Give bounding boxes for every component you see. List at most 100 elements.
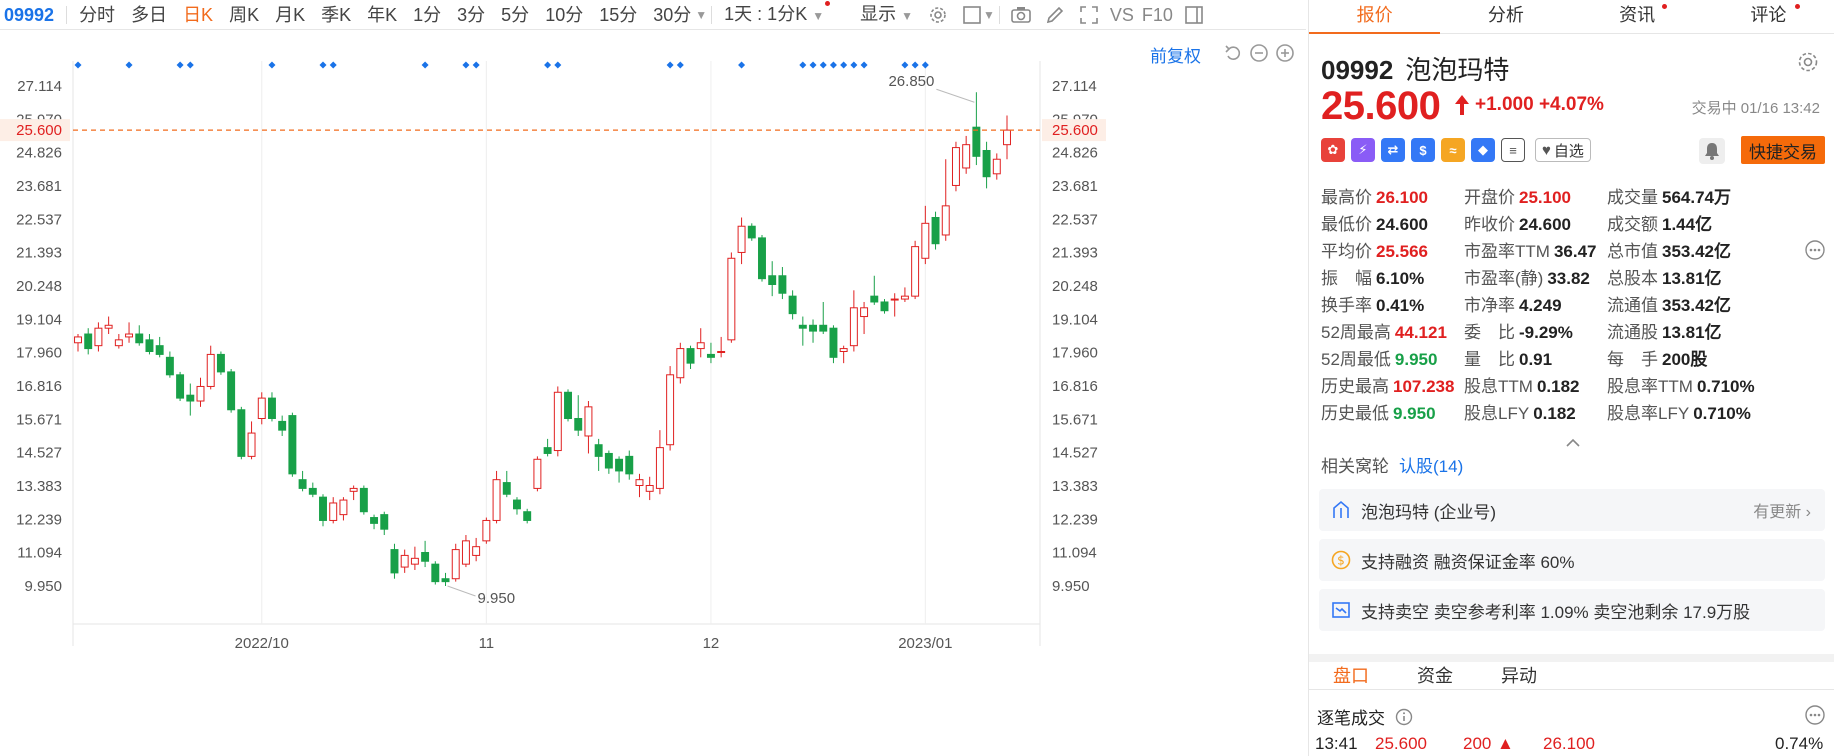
warrants-link[interactable]: 认股(14): [1399, 457, 1463, 476]
stat-label: 股息TTM: [1464, 377, 1533, 396]
interval-select[interactable]: 1天 : 1分K ▼: [716, 0, 832, 31]
tab-quote[interactable]: 报价: [1309, 0, 1441, 34]
period-1min[interactable]: 1分: [405, 0, 449, 30]
candle-body: [1003, 129, 1011, 146]
symbol-label[interactable]: 09992: [0, 0, 62, 30]
event-marker: [901, 61, 909, 69]
stat-value: 0.182: [1536, 377, 1580, 396]
chevron-up-icon[interactable]: [1565, 438, 1581, 448]
tab-news[interactable]: 资讯: [1572, 0, 1703, 33]
tab-analysis[interactable]: 分析: [1440, 0, 1571, 33]
zoom-in-icon[interactable]: [1274, 42, 1296, 64]
candle-body: [135, 333, 144, 344]
candle-body: [349, 487, 358, 492]
period-15min[interactable]: 15分: [591, 0, 645, 30]
candle-body: [84, 333, 93, 350]
candle-body: [737, 225, 746, 253]
stat-label: 每 手: [1607, 350, 1658, 369]
candle-body: [890, 298, 899, 301]
quick-trade-button[interactable]: 快捷交易: [1741, 136, 1825, 164]
period-multiday[interactable]: 多日: [123, 0, 175, 30]
tab-orderbook[interactable]: 盘口: [1309, 662, 1393, 689]
period-intraday[interactable]: 分时: [71, 0, 123, 30]
event-marker: [921, 61, 929, 69]
bell-icon[interactable]: [1699, 138, 1725, 164]
info-icon[interactable]: [1395, 708, 1413, 726]
stat-label: 流通值: [1607, 296, 1658, 315]
stat-value: 353.42亿: [1662, 296, 1731, 315]
layout-square-icon[interactable]: [959, 2, 985, 28]
pencil-icon[interactable]: [1042, 2, 1068, 28]
stat-value: 26.100: [1376, 188, 1428, 207]
gear-icon[interactable]: [925, 2, 951, 28]
more-icon[interactable]: [1805, 240, 1825, 260]
stat-label: 股息率LFY: [1607, 404, 1690, 423]
stats-row: 最低价 24.600 昨收价 24.600 成交额 1.44亿: [1321, 210, 1831, 237]
period-weekly-k[interactable]: 周K: [221, 0, 267, 30]
stat-value: 0.710%: [1696, 377, 1755, 396]
period-3min[interactable]: 3分: [449, 0, 493, 30]
zoom-out-icon[interactable]: [1248, 42, 1270, 64]
candle-body: [584, 406, 593, 437]
candle-body: [829, 327, 838, 358]
sidebar-toggle-icon[interactable]: [1181, 2, 1207, 28]
lightning-icon[interactable]: ⚡: [1351, 138, 1375, 162]
chevron-down-icon[interactable]: ▼: [983, 8, 995, 22]
candle-body: [339, 499, 348, 516]
stat-cell: 平均价 25.566: [1321, 237, 1428, 262]
arrow-up-icon: ▲: [1497, 734, 1514, 753]
candle-body: [492, 479, 501, 521]
stat-cell: 委 比 -9.29%: [1464, 318, 1573, 343]
candle-body: [849, 307, 858, 347]
period-30min[interactable]: 30分: [645, 0, 699, 30]
margin-label: 支持融资 融资保证金率 60%: [1361, 552, 1575, 572]
candle-body: [288, 415, 297, 475]
stat-label: 历史最低: [1321, 404, 1389, 423]
candle-body: [758, 237, 766, 280]
tick-volume: 200: [1463, 734, 1492, 753]
period-monthly-k[interactable]: 月K: [267, 0, 313, 30]
f10-button[interactable]: F10: [1138, 0, 1177, 30]
y-tick-label-right: 12.239: [1052, 511, 1098, 528]
candle-body: [819, 324, 828, 332]
tab-unusual[interactable]: 异动: [1477, 662, 1561, 689]
candle-body: [564, 391, 572, 419]
period-daily-k[interactable]: 日K: [175, 0, 221, 30]
fullscreen-icon[interactable]: [1076, 2, 1102, 28]
kline-chart-area[interactable]: 2022/1011122023/0127.11427.11425.97025.9…: [0, 31, 1306, 756]
tab-comments[interactable]: 评论: [1703, 0, 1834, 33]
document-icon[interactable]: ≡: [1501, 138, 1525, 162]
period-10min[interactable]: 10分: [537, 0, 591, 30]
shuffle-icon[interactable]: ⇄: [1381, 138, 1405, 162]
adjust-mode-button[interactable]: 前复权: [1150, 42, 1201, 67]
quote-panel: 报价 分析 资讯 评论 09992 泡泡玛特 25.600 +1.000 +4.0…: [1308, 0, 1834, 756]
candle-body: [451, 549, 460, 580]
stat-label: 最高价: [1321, 188, 1372, 207]
add-watchlist-button[interactable]: ♥ 自选: [1535, 138, 1591, 162]
period-yearly-k[interactable]: 年K: [359, 0, 405, 30]
undo-icon[interactable]: [1222, 42, 1244, 64]
stat-value: 1.44亿: [1662, 215, 1713, 234]
hk-flag-icon[interactable]: ✿: [1321, 138, 1345, 162]
more-icon[interactable]: [1805, 705, 1825, 725]
candle-body: [727, 257, 736, 341]
display-label: 显示: [860, 3, 897, 24]
toolbar-divider: [66, 5, 68, 24]
period-5min[interactable]: 5分: [493, 0, 537, 30]
company-account-card[interactable]: 泡泡玛特 (企业号) 有更新 ›: [1319, 489, 1825, 531]
dollar-icon[interactable]: $: [1411, 138, 1435, 162]
stat-label: 历史最高: [1321, 377, 1389, 396]
kline-chart[interactable]: 2022/1011122023/0127.11427.11425.97025.9…: [0, 31, 1306, 756]
stat-cell: 市盈率(静) 33.82: [1464, 264, 1590, 289]
settings-gear-icon[interactable]: [1796, 50, 1820, 74]
tag-icon[interactable]: ◆: [1471, 138, 1495, 162]
trend-icon[interactable]: ≈: [1441, 138, 1465, 162]
stat-label: 总股本: [1607, 269, 1658, 288]
tab-capital[interactable]: 资金: [1393, 662, 1477, 689]
display-menu[interactable]: 显示 ▼: [852, 0, 921, 31]
camera-icon[interactable]: [1008, 2, 1034, 28]
vs-button[interactable]: VS: [1106, 0, 1138, 30]
period-quarterly-k[interactable]: 季K: [313, 0, 359, 30]
y-tick-label-right: 27.114: [1052, 78, 1097, 95]
stat-cell: 股息率TTM 0.710%: [1607, 372, 1755, 397]
